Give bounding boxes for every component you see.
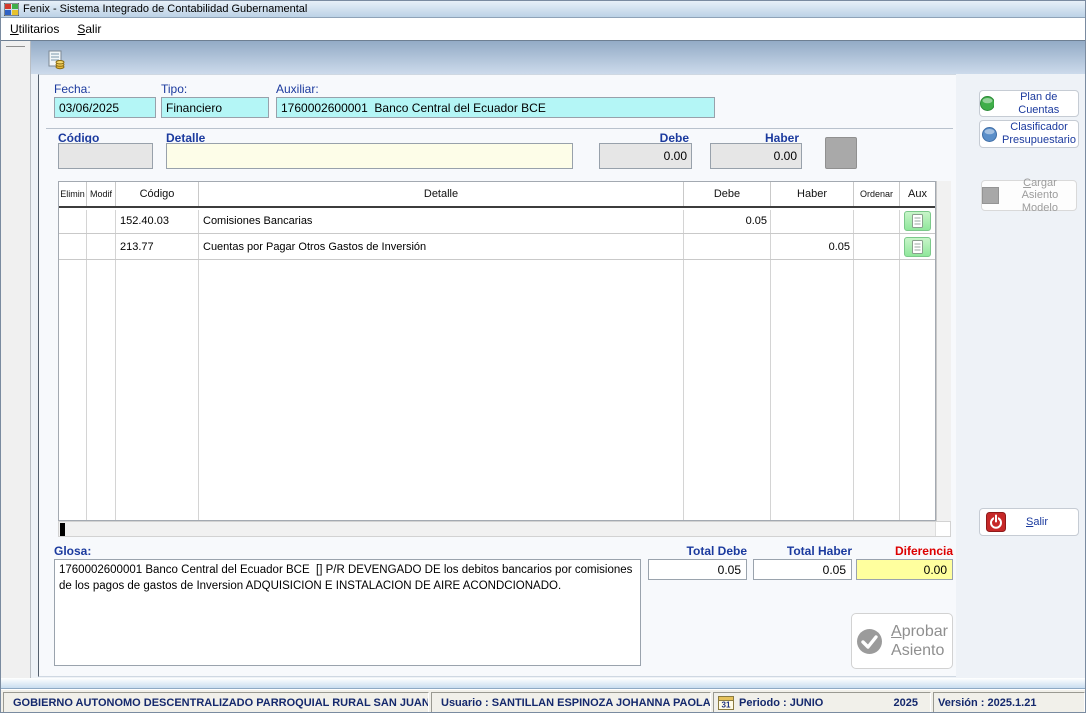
menu-bar: Utilitarios Salir bbox=[1, 18, 1086, 41]
hscroll-thumb[interactable] bbox=[60, 523, 65, 536]
check-circle-icon bbox=[856, 628, 883, 655]
codigo-entry-input[interactable] bbox=[58, 143, 153, 169]
cell-haber bbox=[771, 208, 854, 233]
cell-detalle: Comisiones Bancarias bbox=[199, 208, 684, 233]
debe-entry-field[interactable]: 0.00 bbox=[599, 143, 692, 169]
table-row[interactable]: 152.40.03 Comisiones Bancarias 0.05 bbox=[59, 208, 935, 234]
header-detalle[interactable]: Detalle bbox=[199, 182, 684, 206]
fecha-label: Fecha: bbox=[54, 82, 91, 96]
tipo-input[interactable] bbox=[161, 97, 269, 118]
haber-entry-field[interactable]: 0.00 bbox=[710, 143, 802, 169]
plan-de-cuentas-label: Plan de Cuentas bbox=[999, 91, 1078, 116]
cell-aux bbox=[900, 208, 935, 233]
entry-action-button[interactable] bbox=[825, 137, 857, 169]
cell-aux bbox=[900, 234, 935, 259]
window-title: Fenix - Sistema Integrado de Contabilida… bbox=[23, 3, 307, 15]
aux-document-icon bbox=[912, 214, 923, 228]
cell-detalle: Cuentas por Pagar Otros Gastos de Invers… bbox=[199, 234, 684, 259]
status-bar: GOBIERNO AUTONOMO DESCENTRALIZADO PARROQ… bbox=[1, 689, 1086, 713]
cell-elimin[interactable] bbox=[59, 234, 87, 259]
gray-square-icon bbox=[982, 187, 999, 204]
header-codigo[interactable]: Código bbox=[116, 182, 199, 206]
status-usuario: Usuario : SANTILLAN ESPINOZA JOHANNA PAO… bbox=[431, 692, 711, 713]
asiento-grid: Elimin Modif Código Detalle Debe Haber O… bbox=[58, 181, 936, 521]
cargar-asiento-modelo-label: Cargar AsientoModelo bbox=[1004, 177, 1076, 215]
cell-haber: 0.05 bbox=[771, 234, 854, 259]
header-haber[interactable]: Haber bbox=[771, 182, 854, 206]
toolbar-strip bbox=[31, 41, 1086, 74]
cell-ordenar[interactable] bbox=[854, 208, 900, 233]
aux-document-icon bbox=[912, 240, 923, 254]
section-divider bbox=[46, 128, 953, 129]
status-version-text: Versión : 2025.1.21 bbox=[938, 697, 1036, 709]
status-periodo-text: Periodo : JUNIO bbox=[739, 697, 823, 709]
clasificador-presupuestario-label: ClasificadorPresupuestario bbox=[1002, 121, 1076, 146]
cell-ordenar[interactable] bbox=[854, 234, 900, 259]
scrollbar-corner bbox=[935, 522, 950, 536]
status-entity-text: GOBIERNO AUTONOMO DESCENTRALIZADO PARROQ… bbox=[13, 697, 429, 709]
aprobar-asiento-button[interactable]: AprobarAsiento bbox=[851, 613, 953, 669]
salir-button[interactable]: Salir bbox=[979, 508, 1079, 536]
header-aux[interactable]: Aux bbox=[900, 182, 935, 206]
total-haber-label: Total Haber bbox=[753, 544, 852, 558]
app-window: Fenix - Sistema Integrado de Contabilida… bbox=[0, 0, 1086, 713]
status-usuario-text: Usuario : SANTILLAN ESPINOZA JOHANNA PAO… bbox=[441, 697, 711, 709]
grid-header-row: Elimin Modif Código Detalle Debe Haber O… bbox=[59, 182, 935, 208]
detalle-entry-input[interactable] bbox=[166, 143, 573, 169]
menu-salir[interactable]: Salir bbox=[68, 19, 110, 39]
cell-modif[interactable] bbox=[87, 208, 116, 233]
aux-button[interactable] bbox=[904, 211, 931, 231]
status-entity: GOBIERNO AUTONOMO DESCENTRALIZADO PARROQ… bbox=[3, 692, 429, 713]
aprobar-asiento-label: AprobarAsiento bbox=[891, 622, 948, 660]
side-panel-handle[interactable] bbox=[6, 46, 25, 47]
header-modif[interactable]: Modif bbox=[87, 182, 116, 206]
cargar-asiento-modelo-button[interactable]: Cargar AsientoModelo bbox=[981, 180, 1077, 211]
cell-codigo: 213.77 bbox=[116, 234, 199, 259]
cell-debe bbox=[684, 234, 771, 259]
collapsed-side-panel[interactable] bbox=[1, 41, 31, 689]
aux-button[interactable] bbox=[904, 237, 931, 257]
title-bar: Fenix - Sistema Integrado de Contabilida… bbox=[1, 1, 1086, 18]
cell-elimin[interactable] bbox=[59, 208, 87, 233]
fecha-input[interactable] bbox=[54, 97, 156, 118]
power-icon bbox=[986, 512, 1006, 532]
status-periodo: 31 Periodo : JUNIO 2025 bbox=[713, 692, 931, 713]
grid-horizontal-scrollbar[interactable] bbox=[58, 521, 951, 537]
header-debe[interactable]: Debe bbox=[684, 182, 771, 206]
status-periodo-year: 2025 bbox=[894, 697, 926, 709]
salir-button-label: Salir bbox=[1026, 516, 1048, 529]
menu-utilitarios[interactable]: Utilitarios bbox=[1, 19, 68, 39]
svg-text:31: 31 bbox=[722, 700, 731, 709]
clasificador-presupuestario-button[interactable]: ClasificadorPresupuestario bbox=[979, 120, 1079, 148]
status-version: Versión : 2025.1.21 bbox=[933, 692, 1085, 713]
auxiliar-label: Auxiliar: bbox=[276, 82, 319, 96]
blue-sphere-icon bbox=[982, 127, 997, 142]
header-ordenar[interactable]: Ordenar bbox=[854, 182, 900, 206]
total-debe-label: Total Debe bbox=[648, 544, 747, 558]
cell-codigo: 152.40.03 bbox=[116, 208, 199, 233]
app-windows-logo-icon bbox=[4, 3, 19, 16]
diferencia-label: Diferencia bbox=[856, 544, 953, 558]
total-debe-value: 0.05 bbox=[648, 559, 747, 580]
journal-entry-icon[interactable] bbox=[47, 50, 68, 71]
tipo-label: Tipo: bbox=[161, 82, 187, 96]
cell-modif[interactable] bbox=[87, 234, 116, 259]
glosa-textarea[interactable]: 1760002600001 Banco Central del Ecuador … bbox=[54, 559, 641, 666]
diferencia-value: 0.00 bbox=[856, 559, 953, 580]
grid-vertical-scrollbar[interactable] bbox=[936, 181, 951, 521]
green-sphere-icon bbox=[980, 96, 994, 111]
calendar-icon: 31 bbox=[718, 695, 734, 711]
client-bottom-edge bbox=[1, 678, 1086, 689]
total-haber-value: 0.05 bbox=[753, 559, 852, 580]
cell-debe: 0.05 bbox=[684, 208, 771, 233]
auxiliar-input[interactable] bbox=[276, 97, 715, 118]
header-elimin[interactable]: Elimin bbox=[59, 182, 87, 206]
glosa-label: Glosa: bbox=[54, 544, 91, 558]
table-row[interactable]: 213.77 Cuentas por Pagar Otros Gastos de… bbox=[59, 234, 935, 260]
plan-de-cuentas-button[interactable]: Plan de Cuentas bbox=[979, 90, 1079, 117]
